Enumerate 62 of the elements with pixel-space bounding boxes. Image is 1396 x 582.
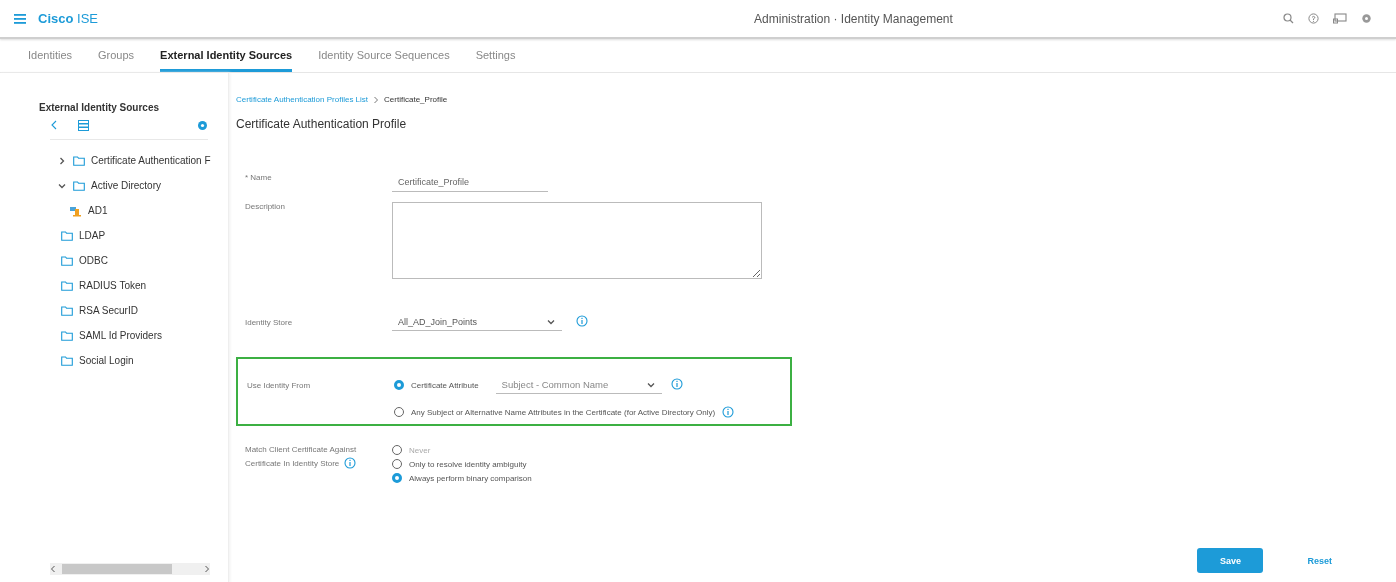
back-icon[interactable] xyxy=(50,120,58,130)
tab[interactable]: Identities xyxy=(28,39,73,72)
list-icon[interactable] xyxy=(78,119,89,131)
tree-item[interactable]: LDAP xyxy=(79,230,106,241)
folder-icon xyxy=(73,155,85,166)
scroll-right-icon[interactable] xyxy=(204,565,210,573)
breadcrumb-current: Certificate_Profile xyxy=(384,95,448,104)
radio-label[interactable]: Always perform binary comparison xyxy=(409,473,532,483)
field-label: Certificate In Identity Store xyxy=(245,458,340,468)
tab[interactable]: Groups xyxy=(98,39,135,72)
settings-icon[interactable] xyxy=(1361,13,1372,24)
chevron-icon xyxy=(373,95,380,104)
folder-icon xyxy=(61,280,73,291)
info-icon[interactable] xyxy=(670,378,683,390)
attribute-dropdown[interactable]: Subject - Common Name xyxy=(495,376,662,394)
field-label: * Name xyxy=(244,173,273,184)
radio-button[interactable] xyxy=(394,407,404,417)
field-label: Identity Store xyxy=(244,317,294,327)
radio-button[interactable] xyxy=(394,380,404,390)
field-label: Description xyxy=(244,202,286,213)
tree-item[interactable]: Certificate Authentication F xyxy=(91,155,211,166)
tree-item[interactable]: Active Directory xyxy=(91,180,161,191)
tab[interactable]: External Identity Sources xyxy=(160,39,293,72)
folder-icon xyxy=(61,330,73,341)
sidebar-title: External Identity Sources xyxy=(39,102,161,113)
radio-button[interactable] xyxy=(392,459,402,469)
folder-icon xyxy=(61,305,73,316)
info-icon[interactable] xyxy=(344,457,357,469)
radio-label[interactable]: Certificate Attribute xyxy=(411,380,479,390)
tree-item[interactable]: Social Login xyxy=(79,355,134,366)
chevron-icon[interactable] xyxy=(57,155,67,166)
description-field[interactable] xyxy=(392,202,762,279)
info-icon[interactable] xyxy=(576,315,588,327)
folder-icon xyxy=(73,180,85,191)
name-field[interactable]: Certificate_Profile xyxy=(392,173,548,192)
radio-label[interactable]: Only to resolve identity ambiguity xyxy=(409,459,527,469)
identity-store-dropdown[interactable]: All_AD_Join_Points xyxy=(392,313,562,331)
scrollbar[interactable] xyxy=(50,563,210,575)
folder-icon xyxy=(61,230,73,241)
page-header-title: Administration · Identity Management xyxy=(753,11,954,26)
network-node-icon xyxy=(69,204,82,217)
tree-item[interactable]: SAML Id Providers xyxy=(79,330,162,341)
tab[interactable]: Identity Source Sequences xyxy=(318,39,450,72)
scroll-left-icon[interactable] xyxy=(50,565,56,573)
tab[interactable]: Settings xyxy=(475,39,516,72)
help-icon[interactable] xyxy=(1308,13,1319,24)
folder-icon xyxy=(61,355,73,366)
radio-label[interactable]: Any Subject or Alternative Name Attributes in the Certificate (for Active Directory Only) xyxy=(411,407,716,417)
tree-item[interactable]: RSA SecurID xyxy=(79,305,138,316)
monitor-icon[interactable] xyxy=(1333,13,1347,24)
settings-icon[interactable] xyxy=(197,119,208,131)
field-label: Use Identity From xyxy=(246,380,312,390)
info-icon[interactable] xyxy=(722,406,735,418)
radio-button[interactable] xyxy=(392,473,402,483)
tree-item[interactable]: AD1 xyxy=(88,205,108,216)
page-title: Certificate Authentication Profile xyxy=(236,117,408,131)
tree-item[interactable]: RADIUS Token xyxy=(79,280,147,291)
search-icon[interactable] xyxy=(1283,13,1294,24)
field-label: Match Client Certificate Against xyxy=(245,445,358,454)
tree-item[interactable]: ODBC xyxy=(79,255,108,266)
folder-icon xyxy=(61,255,73,266)
menu-icon[interactable] xyxy=(14,13,26,24)
